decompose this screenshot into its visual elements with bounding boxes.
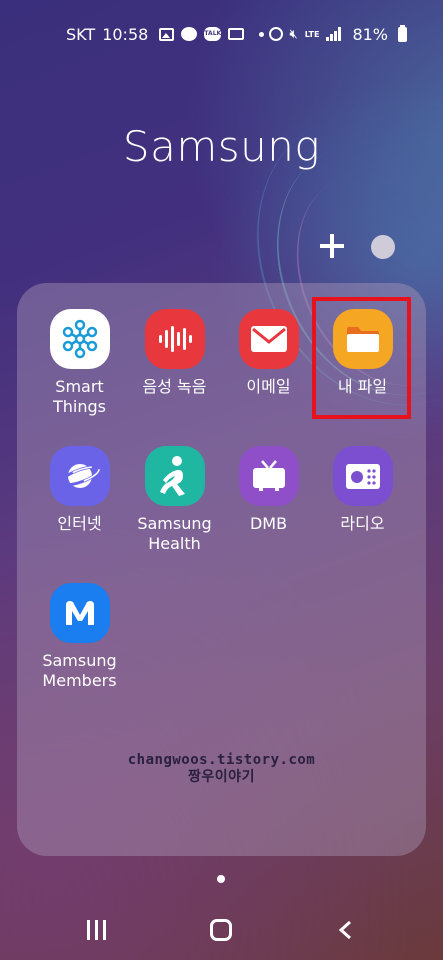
app-radio[interactable]: 라디오 — [315, 446, 410, 534]
app-label: 라디오 — [340, 514, 385, 533]
app-label: 음성 녹음 — [142, 377, 207, 396]
lte-icon: LTE — [304, 29, 320, 39]
folder-title[interactable]: Samsung — [0, 122, 443, 171]
app-dmb[interactable]: DMB — [221, 446, 316, 534]
add-apps-button[interactable] — [318, 232, 346, 260]
members-icon — [49, 583, 110, 643]
navigation-bar — [0, 905, 443, 955]
gallery-notification-icon — [159, 27, 175, 41]
clock: 10:58 — [102, 24, 149, 44]
alarm-icon — [268, 27, 283, 41]
watermark-blog-name: 짱우이야기 — [188, 769, 255, 785]
page-indicator-dot — [217, 875, 225, 883]
highlight-box — [312, 297, 411, 419]
tv-icon — [238, 446, 299, 506]
email-icon — [238, 309, 299, 369]
folder-color-button[interactable] — [371, 235, 395, 259]
battery-percent: 81% — [352, 24, 388, 44]
watermark-url: changwoos.tistory.com — [127, 752, 316, 768]
more-notifications-dot-icon — [259, 31, 265, 37]
app-label: Samsung Members — [42, 651, 117, 690]
carrier-label: SKT — [66, 24, 96, 44]
smartthings-icon — [49, 309, 110, 369]
app-samsung-health[interactable]: Samsung Health — [127, 446, 222, 554]
mute-icon: 🔇︎ — [289, 26, 298, 42]
app-email[interactable]: 이메일 — [221, 309, 316, 397]
app-voice-recorder[interactable]: 음성 녹음 — [127, 309, 222, 397]
home-button[interactable] — [210, 919, 232, 941]
app-internet[interactable]: 인터넷 — [32, 446, 127, 534]
app-label: Smart Things — [53, 377, 106, 416]
recents-button[interactable] — [87, 920, 107, 940]
app-smartthings[interactable]: Smart Things — [32, 309, 127, 417]
message-notification-icon — [181, 27, 198, 41]
battery-icon — [398, 24, 407, 42]
health-icon — [144, 446, 205, 506]
back-button[interactable] — [338, 920, 352, 940]
status-bar: SKT 10:58 TALK 🔇︎ LTE 81% — [0, 0, 443, 68]
voice-recorder-icon — [144, 309, 205, 369]
app-label: Samsung Health — [137, 514, 212, 553]
signal-icon — [326, 27, 342, 41]
app-label: DMB — [249, 514, 288, 533]
app-samsung-members[interactable]: Samsung Members — [32, 583, 127, 691]
app-label: 이메일 — [246, 377, 291, 396]
app-label: 인터넷 — [57, 514, 102, 533]
watermark: changwoos.tistory.com 짱우이야기 — [0, 752, 443, 786]
kakaotalk-notification-icon: TALK — [204, 27, 222, 41]
voicemail-notification-icon — [228, 28, 245, 40]
radio-icon — [332, 446, 393, 506]
internet-icon — [49, 446, 110, 506]
